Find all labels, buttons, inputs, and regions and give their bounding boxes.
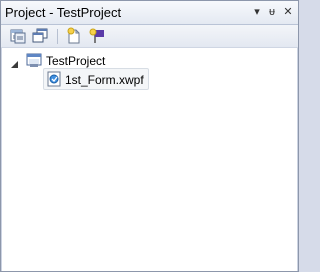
tree-root-label[interactable]: TestProject [46,54,105,68]
panel-title: Project - TestProject [5,5,122,20]
properties-icon[interactable] [9,27,27,45]
panel-titlebar: Project - TestProject ▾ ᵾ ✕ [1,1,298,25]
tree-item-label[interactable]: 1st_Form.xwpf [65,73,144,87]
panel-toolbar [1,25,298,48]
pin-button[interactable]: ᵾ [265,5,279,19]
panel-menu-button[interactable]: ▾ [250,5,264,19]
project-panel: Project - TestProject ▾ ᵾ ✕ TestProject … [0,0,299,272]
window-cascade-icon[interactable] [31,27,49,45]
add-item-icon[interactable] [89,27,107,45]
project-tree[interactable]: TestProject 1st_Form.xwpf [2,48,297,271]
expand-arrow-icon[interactable] [10,56,19,68]
close-button[interactable]: ✕ [281,5,295,19]
form-file-icon [46,71,62,92]
toolbar-separator [57,29,58,44]
new-item-icon[interactable] [65,27,83,45]
project-icon [26,52,42,73]
